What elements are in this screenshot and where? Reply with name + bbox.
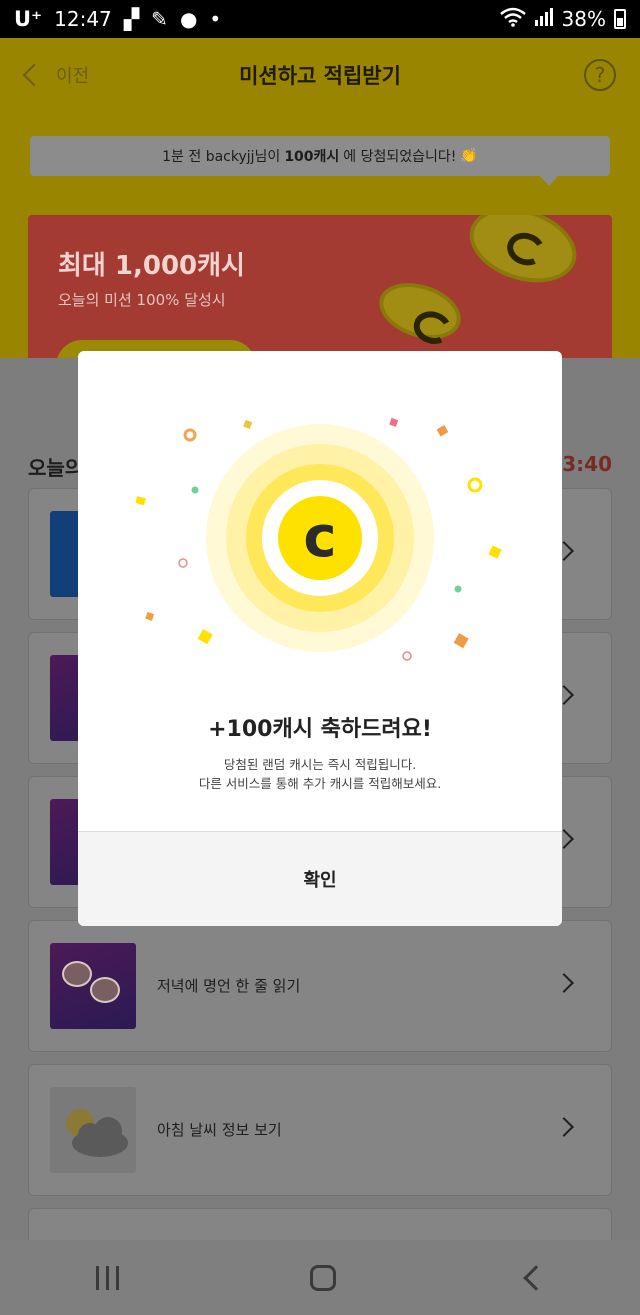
- recent-apps-icon[interactable]: [95, 1265, 119, 1290]
- confirm-button[interactable]: 확인: [78, 831, 562, 926]
- coin-c-icon: c: [303, 505, 337, 570]
- wifi-icon: [499, 7, 526, 32]
- section-title: 오늘의: [28, 456, 84, 480]
- cloud-sun-icon: [66, 1109, 128, 1157]
- dialog-description: 당첨된 랜덤 캐시는 즉시 적립됩니다. 다른 서비스를 통해 추가 캐시를 적…: [78, 755, 562, 793]
- countdown-timer: 3:40: [562, 452, 612, 476]
- coin-icon: [372, 273, 468, 349]
- clap-icon: 👏: [460, 148, 478, 164]
- system-nav-bar: [0, 1240, 640, 1315]
- carrier-label: U⁺: [14, 7, 43, 31]
- more-notifications-icon: •: [209, 7, 222, 31]
- page-title: 미션하고 적립받기: [239, 64, 401, 88]
- chevron-right-icon: [554, 1117, 574, 1137]
- signal-icon: [534, 7, 554, 32]
- banner-title: 최대 1,000캐시: [58, 251, 245, 281]
- ticker-prefix: 1분 전 backyjj님이: [162, 149, 281, 165]
- plus-bubble-icon: [90, 977, 120, 1003]
- chat-icon: ●: [179, 7, 198, 31]
- coin-icon: [459, 215, 587, 296]
- quote-thumbnail: [50, 943, 136, 1029]
- top-bar: 이전 미션하고 적립받기 ?: [0, 38, 640, 112]
- ticker-amount: 100캐시: [284, 149, 340, 165]
- mission-label: 아침 날씨 정보 보기: [157, 1121, 282, 1139]
- heart-bubble-icon: [62, 961, 92, 987]
- reward-dialog: c +100캐시 축하드려요! 당첨된 랜덤 캐시는 즉시 적립됩니다. 다른 …: [78, 351, 562, 926]
- clock: 12:47: [54, 7, 112, 31]
- battery-icon: [614, 9, 626, 29]
- mission-label: 저녁에 명언 한 줄 읽기: [157, 977, 301, 995]
- mission-item[interactable]: 아침 날씨 정보 보기: [28, 1064, 612, 1196]
- ticker-suffix: 에 당첨되었습니다!: [343, 149, 457, 165]
- home-icon[interactable]: [309, 1264, 336, 1291]
- winner-ticker: 1분 전 backyjj님이 100캐시 에 당첨되었습니다! 👏: [30, 136, 610, 186]
- dialog-title: +100캐시 축하드려요!: [208, 717, 432, 742]
- description-line: 다른 서비스를 통해 추가 캐시를 적립해보세요.: [198, 776, 442, 791]
- back-nav-icon[interactable]: [522, 1264, 549, 1291]
- banner-subtitle: 오늘의 미션 100% 달성시: [58, 291, 226, 309]
- description-line: 당첨된 랜덤 캐시는 즉시 적립됩니다.: [223, 757, 417, 772]
- gallery-icon: ▞: [123, 7, 140, 31]
- battery-percent: 38%: [561, 7, 606, 31]
- weather-thumbnail: [50, 1087, 136, 1173]
- notification-icon: ✎: [151, 7, 168, 31]
- chevron-right-icon: [554, 973, 574, 993]
- mission-item[interactable]: 저녁에 명언 한 줄 읽기: [28, 920, 612, 1052]
- status-bar: U⁺ 12:47 ▞ ✎ ● • 38%: [0, 0, 640, 38]
- help-icon[interactable]: ?: [584, 59, 616, 91]
